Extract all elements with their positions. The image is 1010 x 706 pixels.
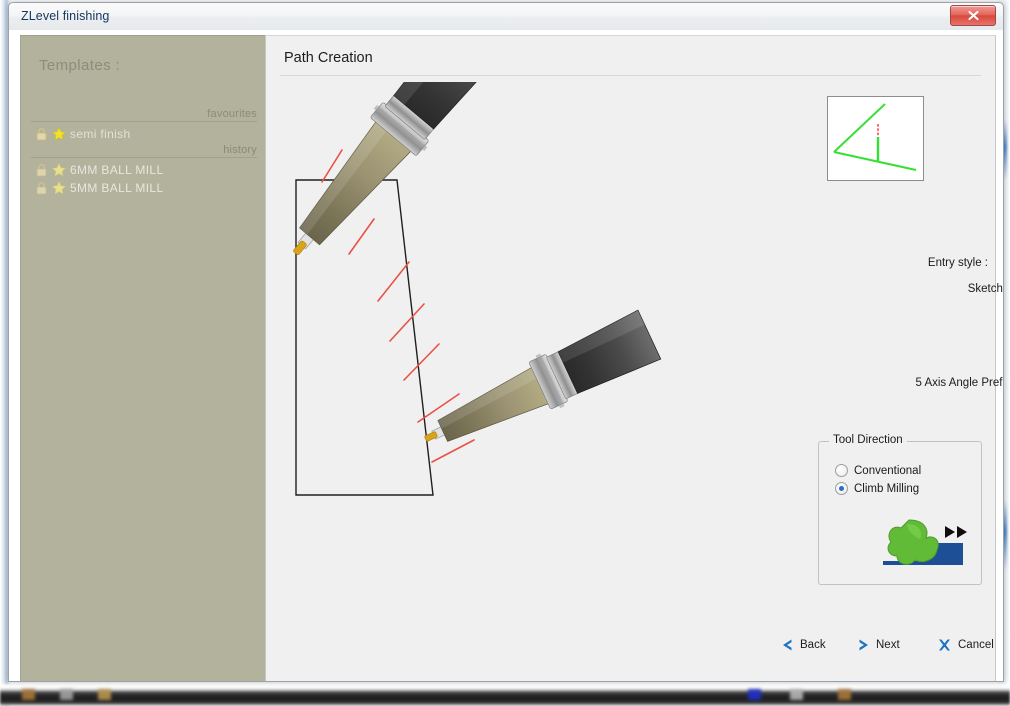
radio-label: Conventional <box>854 464 922 477</box>
cancel-button-label: Cancel <box>958 639 994 651</box>
templates-heading: Templates : <box>39 57 121 74</box>
section-header-favourites: favourites <box>31 108 257 122</box>
taskbar-icon-2 <box>60 689 73 700</box>
template-item-5mm-ball-mill[interactable]: 5MM BALL MILL <box>35 179 163 196</box>
tool-upper <box>293 82 505 255</box>
window-body: Templates : favourites semi finish histo… <box>9 30 1003 681</box>
back-button-label: Back <box>800 639 826 651</box>
section-header-history: history <box>31 144 257 158</box>
tool-direction-legend: Tool Direction <box>829 434 907 446</box>
taskbar-icon-6 <box>838 689 851 700</box>
radio-button-icon <box>835 464 848 477</box>
template-label: 5MM BALL MILL <box>70 180 164 195</box>
template-item-semi-finish[interactable]: semi finish <box>35 125 131 142</box>
tool-lower <box>424 309 662 442</box>
lock-icon <box>36 181 47 194</box>
page-title: Path Creation <box>284 50 373 66</box>
taskbar-icon-3 <box>98 689 111 700</box>
next-button[interactable]: Next <box>858 634 900 656</box>
next-button-label: Next <box>876 639 900 651</box>
taskbar-strip <box>0 684 1010 706</box>
star-icon <box>52 126 66 140</box>
axis-angle-preference-label: 5 Axis Angle Preference : <box>915 377 1004 389</box>
chevron-left-icon <box>783 639 792 651</box>
tool-direction-groupbox: Tool Direction Conventional Climb Millin… <box>818 434 982 585</box>
radio-button-icon <box>835 482 848 495</box>
radio-climb-milling[interactable]: Climb Milling <box>835 482 919 495</box>
window-title: ZLevel finishing <box>21 9 110 23</box>
chevron-right-icon <box>859 639 868 651</box>
cancel-button[interactable]: Cancel <box>938 634 994 656</box>
path-creation-panel: Path Creation Entry style: Sketch 5 Axi… <box>265 35 1003 681</box>
taskbar-icon-5 <box>790 689 803 700</box>
star-icon <box>52 180 66 194</box>
template-label: semi finish <box>70 126 131 141</box>
lock-icon <box>36 127 47 140</box>
template-item-6mm-ball-mill[interactable]: 6MM BALL MILL <box>35 161 163 178</box>
template-label: 6MM BALL MILL <box>70 162 164 177</box>
radio-label: Climb Milling <box>854 482 920 495</box>
close-button[interactable] <box>950 5 996 26</box>
sketch-a-start-label: Sketch a start <box>967 283 1003 295</box>
title-divider <box>280 75 981 76</box>
climb-milling-diagram <box>879 516 975 574</box>
entry-style-label: Entry style : <box>927 257 988 269</box>
lock-icon <box>36 163 47 176</box>
star-icon <box>52 162 66 176</box>
close-x-icon <box>967 10 979 21</box>
toolpath-preview-thumbnail <box>827 96 924 181</box>
x-mark-icon <box>939 639 950 651</box>
zlevel-finishing-window: ZLevel finishing Templates : favourites … <box>8 2 1004 682</box>
radio-conventional[interactable]: Conventional <box>835 464 921 477</box>
window-titlebar: ZLevel finishing <box>9 3 1003 31</box>
back-button[interactable]: Back <box>782 634 826 656</box>
templates-sidebar: Templates : favourites semi finish histo… <box>20 35 266 681</box>
taskbar-icon-4 <box>748 689 761 700</box>
taskbar-icon-1 <box>22 689 35 700</box>
